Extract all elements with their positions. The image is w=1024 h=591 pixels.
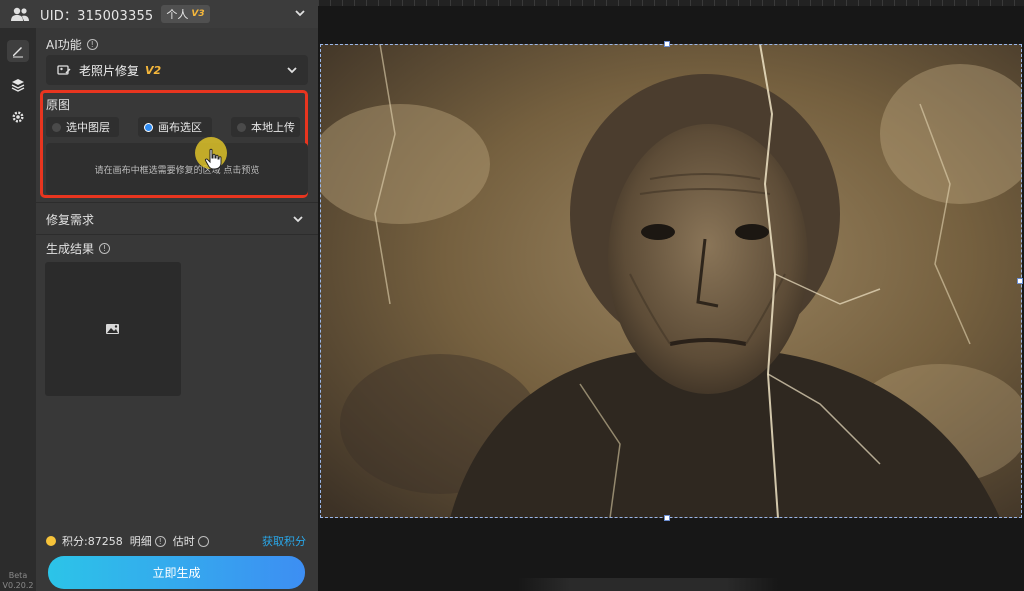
gear-icon [12,111,24,123]
users-icon [11,7,29,21]
detail-label[interactable]: 明细 [130,533,152,549]
info-icon[interactable]: ! [99,243,111,254]
tier-badge: 个人 V3 [161,5,210,23]
radio-icon [52,122,61,132]
source-option-canvas[interactable]: 画布选区 [138,117,212,137]
clock-icon [197,535,209,547]
source-label: 原图 [46,98,71,112]
app-window: UID：315003355 个人 V3 Beta V0.20.2 AI功能 ! … [0,0,1024,591]
version-label: V0.20.2 [2,581,34,590]
radio-checked-icon [144,122,153,132]
result-preview[interactable] [45,262,181,396]
layers-tool-button[interactable] [7,74,29,96]
tier-label: 个人 [166,8,189,21]
points-label: 积分:87258 [62,535,123,548]
ai-panel: AI功能 ! 老照片修复 V2 原图 选中图层 画布选区 本地上传 请在画布中框… [36,28,318,591]
get-points-link[interactable]: 获取积分 [262,533,306,549]
top-ruler [318,0,1024,6]
source-option-label: 画布选区 [158,121,202,134]
radio-icon [237,122,246,132]
coin-icon [46,536,56,546]
repair-label: 修复需求 [46,213,95,227]
edit-tool-button[interactable] [7,40,29,62]
info-icon[interactable]: ! [86,39,98,50]
source-option-label: 本地上传 [251,121,295,134]
ai-function-version: V2 [145,63,162,77]
source-option-layer[interactable]: 选中图层 [46,117,119,137]
canvas-area[interactable] [318,0,1024,591]
account-header[interactable]: UID：315003355 个人 V3 [0,0,318,28]
divider [36,234,318,235]
source-options: 选中图层 画布选区 本地上传 [46,117,300,137]
photo-repair-icon [57,65,71,75]
uid-label: UID：315003355 [40,8,154,24]
chevron-down-icon[interactable] [294,7,306,19]
ai-function-select[interactable]: 老照片修复 V2 [46,55,308,85]
repair-heading[interactable]: 修复需求 [46,211,94,228]
ai-function-heading: AI功能 ! [46,36,98,53]
selection-frame[interactable] [320,44,1022,518]
resize-handle-top[interactable] [664,41,670,47]
settings-tool-button[interactable] [7,106,29,128]
ai-function-value: 老照片修复 [79,63,140,78]
result-label: 生成结果 [46,242,95,256]
generate-button[interactable]: 立即生成 [48,556,305,589]
edit-icon [13,47,23,58]
divider [36,202,318,203]
layers-icon [11,79,25,92]
image-placeholder-icon [106,324,119,334]
estimate-label: 估时 [172,535,195,548]
tool-rail: Beta V0.20.2 [0,28,36,591]
beta-label: Beta [8,571,28,580]
resize-handle-right[interactable] [1017,278,1023,284]
resize-handle-bottom[interactable] [664,515,670,521]
dropzone-hint: 请在画布中框选需要修复的区域 点击预览 [94,165,260,176]
ai-function-label: AI功能 [46,38,82,52]
info-icon[interactable]: ! [154,535,166,547]
source-option-label: 选中图层 [66,121,110,134]
result-heading: 生成结果 ! [46,240,111,257]
tier-version: V3 [191,9,205,19]
chevron-down-icon [287,67,297,74]
source-option-upload[interactable]: 本地上传 [231,117,300,137]
source-heading: 原图 [46,96,70,113]
video-subtitle-fragment [518,578,778,591]
chevron-down-icon[interactable] [292,213,304,225]
hand-cursor-icon [204,148,222,170]
selection-dropzone[interactable]: 请在画布中框选需要修复的区域 点击预览 [46,143,308,195]
